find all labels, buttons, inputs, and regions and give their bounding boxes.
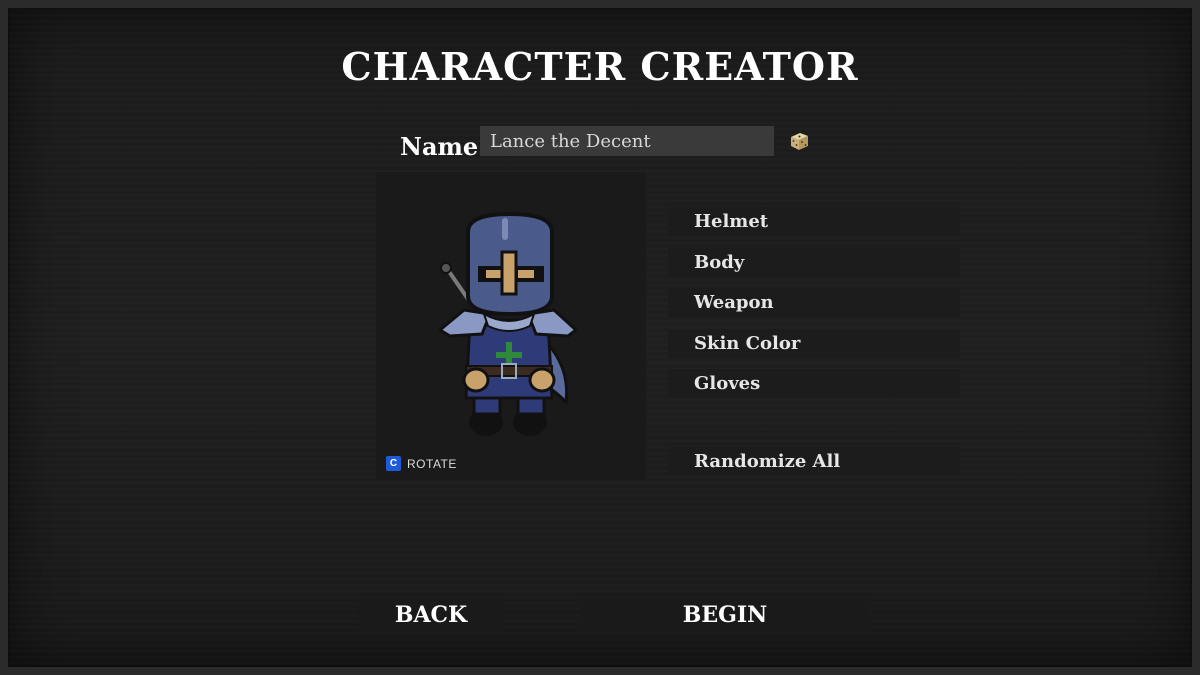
option-helmet[interactable]: Helmet <box>668 207 960 236</box>
option-skin-color[interactable]: Skin Color <box>668 329 960 358</box>
option-body[interactable]: Body <box>668 248 960 277</box>
option-gloves[interactable]: Gloves <box>668 369 960 398</box>
option-weapon[interactable]: Weapon <box>668 288 960 317</box>
sword-hilt <box>440 262 474 306</box>
rotate-label: ROTATE <box>407 456 457 471</box>
name-input[interactable] <box>480 126 774 156</box>
c-key-icon: C <box>386 456 401 471</box>
screen-frame: CHARACTER CREATOR Name: Lance the Decent… <box>0 0 1200 675</box>
randomize-all-button[interactable]: Randomize All <box>668 447 960 476</box>
back-button[interactable]: BACK <box>358 598 504 632</box>
character-preview[interactable]: C ROTATE <box>376 172 646 480</box>
begin-button[interactable]: BEGIN <box>580 598 870 632</box>
knight-character-image <box>437 211 579 436</box>
rotate-hint: C ROTATE <box>386 456 457 471</box>
name-label: Name: <box>400 132 488 161</box>
page-title: CHARACTER CREATOR <box>341 44 859 89</box>
dice-icon[interactable] <box>788 130 810 152</box>
